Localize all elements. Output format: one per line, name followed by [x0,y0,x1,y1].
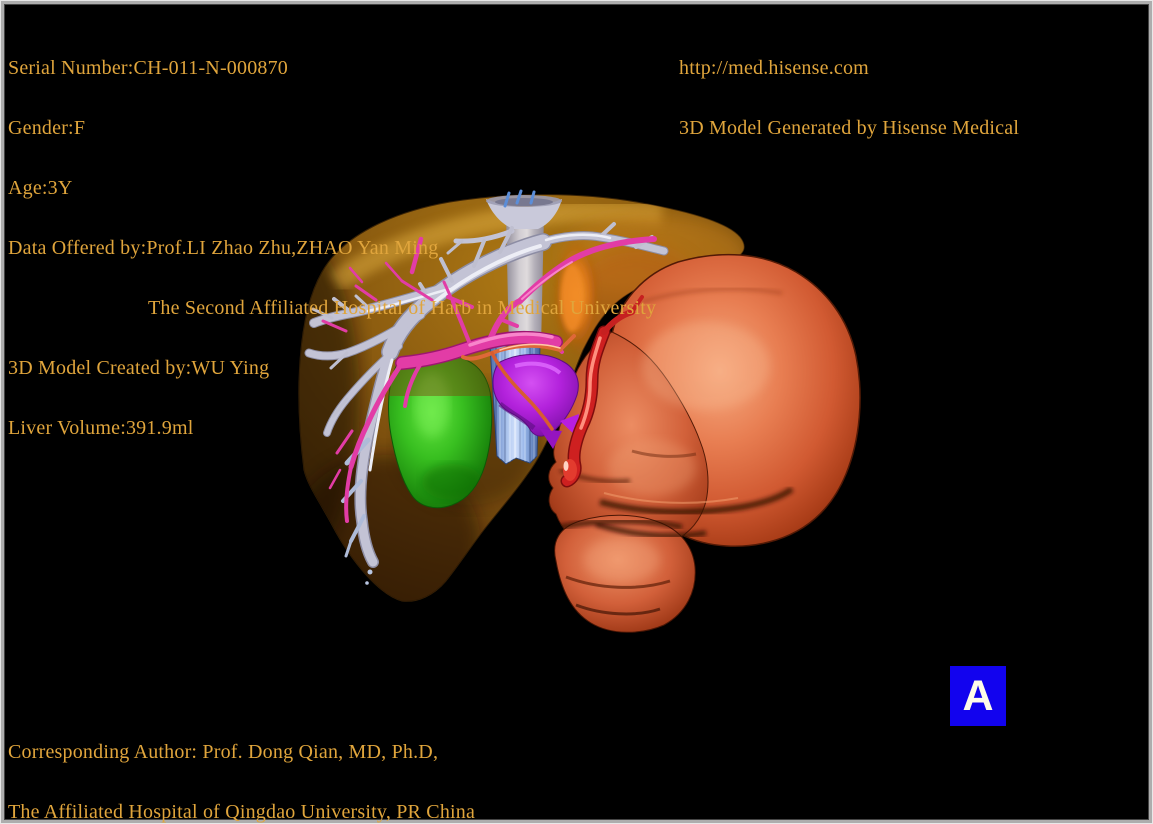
footer-author-label: Corresponding Author: Prof. Dong Qian, M… [8,741,439,763]
hospital-label: The Second Affiliated Hospital of Harb i… [148,297,657,319]
age-label: Age:3Y [8,177,73,199]
footer-hospital-label: The Affiliated Hospital of Qingdao Unive… [8,801,476,823]
viewer-window: Serial Number:CH-011-N-000870 Gender:F A… [0,0,1153,824]
footer-info-block: Corresponding Author: Prof. Dong Qian, M… [8,702,750,824]
patient-info-block: Serial Number:CH-011-N-000870 Gender:F A… [8,18,656,478]
liver-volume-label: Liver Volume:391.9ml [8,417,194,439]
vendor-info-block: http://med.hisense.com 3D Model Generate… [679,18,1019,178]
gender-label: Gender:F [8,117,86,139]
vendor-url-label: http://med.hisense.com [679,57,869,79]
generated-by-label: 3D Model Generated by Hisense Medical [679,117,1020,139]
model-created-by-label: 3D Model Created by:WU Ying [8,357,270,379]
orientation-marker-anterior[interactable]: A [950,666,1006,726]
serial-number-label: Serial Number:CH-011-N-000870 [8,57,289,79]
data-offered-by-label: Data Offered by:Prof.LI Zhao Zhu,ZHAO Ya… [8,237,439,259]
